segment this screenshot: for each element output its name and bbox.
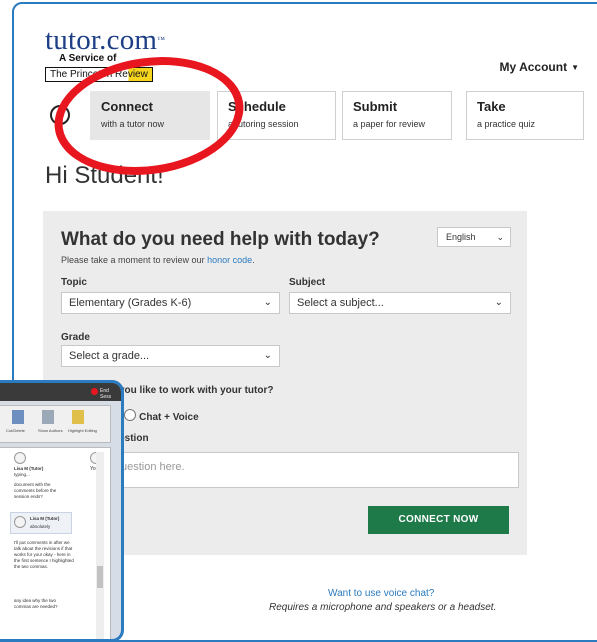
nav-take-title: Take [477,99,506,114]
grade-select[interactable]: Select a grade... ⌄ [61,345,280,367]
my-account-menu[interactable]: My Account ▼ [500,60,579,74]
subject-label: Subject [289,277,326,288]
chevron-down-icon: ⌄ [263,297,272,308]
caret-down-icon: ▼ [571,63,579,73]
topic-label: Topic [61,277,87,288]
honor-code-period: . [252,255,255,265]
grade-label: Grade [61,332,90,343]
work-mode-question: you like to work with your tutor? [119,385,274,396]
tool-label-authors: Show Authors [38,428,63,433]
connect-now-button[interactable]: CONNECT NOW [368,506,509,534]
my-account-label: My Account [499,60,568,74]
subject-value: Select a subject... [297,297,384,309]
nav-connect-subtitle: with a tutor now [101,119,165,129]
nav-submit-title: Submit [353,99,398,114]
honor-code-text: Please take a moment to review our [61,255,208,265]
chevron-down-icon: ⌄ [496,232,504,242]
nav-take[interactable]: Take a practice quiz [466,91,584,140]
nav-submit[interactable]: Submit a paper for review [342,91,452,140]
nav-connect-title: Connect [101,99,153,114]
preview-toolbar: Cut/Delete Show Authors Highlight Editin… [0,405,111,443]
nav-take-subtitle: a practice quiz [477,119,536,129]
language-select[interactable]: English ⌄ [437,227,511,247]
topic-value: Elementary (Grades K-6) [69,297,192,309]
question-placeholder: uestion here. [121,461,185,473]
subject-select[interactable]: Select a subject... ⌄ [289,292,511,314]
tool-label-cut: Cut/Delete [6,428,25,433]
chat-message: document with the comments before the se… [14,482,57,499]
tool-label-highlight: Highlight Editing [68,428,97,433]
language-value: English [446,232,476,242]
end-session-icon [91,388,98,395]
topic-select[interactable]: Elementary (Grades K-6) ⌄ [61,292,280,314]
chat-message: any idea why the two commas are needed? [14,598,58,609]
voice-chat-requirements: Requires a microphone and speakers or a … [269,602,497,613]
end-session-label: End Sess [100,388,112,400]
chat-message: I'll put comments in after we talk about… [14,540,74,569]
chevron-down-icon: ⌄ [263,350,272,361]
tutor-logo[interactable]: tutor.com™ A Service of The Princeton Re… [45,26,165,82]
nav-schedule-title: Schedule [228,99,286,114]
page-greeting: Hi Student! [45,162,164,189]
chat-scrollbar[interactable] [96,452,104,639]
radio-chat-voice-label[interactable]: Chat + Voice [139,412,199,423]
logo-princeton-review: The Princeton Review [45,67,153,82]
honor-code-link[interactable]: honor code [207,255,252,265]
chat-panel: You Lisa M (Tutor) typing... document wi… [0,447,111,639]
voice-chat-link[interactable]: Want to use voice chat? [328,588,434,599]
nav-schedule-subtitle: a tutoring session [228,119,299,129]
nav-submit-subtitle: a paper for review [353,119,426,129]
tutor-avatar [14,516,26,528]
help-icon[interactable]: ? [50,105,70,125]
session-preview-overlay: End Sess Cut/Delete Show Authors Highlig… [0,380,124,642]
chevron-down-icon: ⌄ [494,297,503,308]
panel-title: What do you need help with today? [61,229,380,250]
authors-icon [42,410,54,424]
tutor-avatar [14,452,26,464]
radio-chat-voice[interactable] [124,409,137,421]
grade-value: Select a grade... [69,350,150,362]
logo-wordmark: tutor.com [45,24,158,56]
chat-message: absolutely [30,524,51,529]
question-input[interactable]: uestion here. [61,452,519,488]
highlight-icon [72,410,84,424]
chat-author: Lisa M (Tutor) [30,516,60,521]
nav-connect[interactable]: Connect with a tutor now [90,91,210,140]
chat-typing: typing... [14,472,30,477]
honor-code-note: Please take a moment to review our honor… [61,255,255,265]
chat-scroll-thumb[interactable] [97,566,103,588]
nav-schedule[interactable]: Schedule a tutoring session [217,91,336,140]
trademark-icon: ™ [157,35,166,44]
cut-icon [12,410,24,424]
